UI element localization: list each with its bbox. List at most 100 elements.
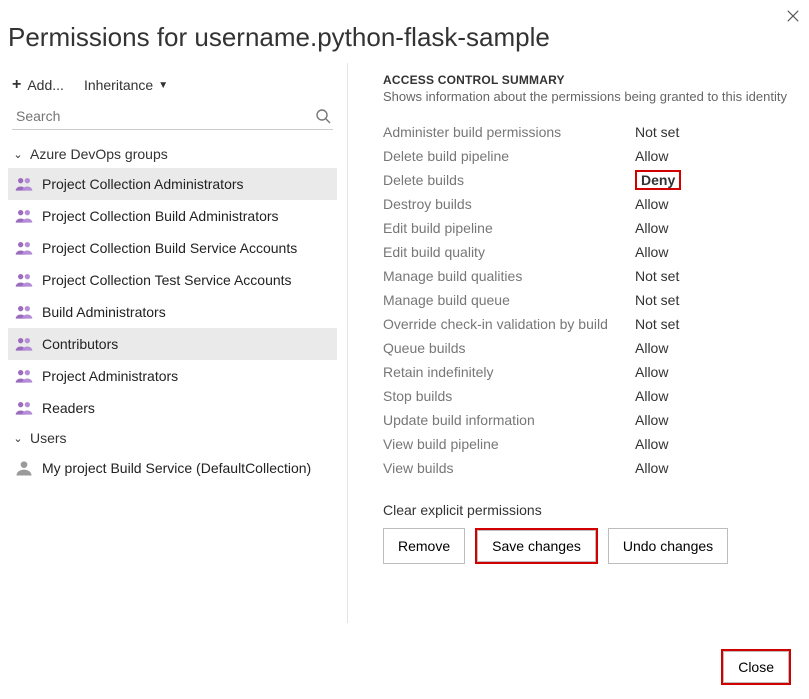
group-label: Project Collection Build Service Account… <box>42 240 297 256</box>
group-row[interactable]: Build Administrators <box>8 296 337 328</box>
permission-label: Override check-in validation by build <box>383 316 635 332</box>
caret-down-icon: ▼ <box>158 80 168 91</box>
user-icon <box>14 458 34 478</box>
permission-value[interactable]: Deny <box>635 172 681 188</box>
group-icon <box>14 270 34 290</box>
group-label: Contributors <box>42 336 118 352</box>
highlight-box: Deny <box>635 170 681 190</box>
group-icon <box>14 366 34 386</box>
permission-row: Stop buildsAllow <box>383 384 801 408</box>
permission-value[interactable]: Allow <box>635 340 668 356</box>
undo-changes-button[interactable]: Undo changes <box>608 528 728 564</box>
right-panel: ACCESS CONTROL SUMMARY Shows information… <box>348 63 801 623</box>
group-label: Project Administrators <box>42 368 178 384</box>
group-row[interactable]: Contributors <box>8 328 337 360</box>
permission-row: Manage build qualitiesNot set <box>383 264 801 288</box>
permission-value[interactable]: Allow <box>635 460 668 476</box>
permission-value[interactable]: Not set <box>635 292 679 308</box>
permission-label: Retain indefinitely <box>383 364 635 380</box>
permission-label: Manage build qualities <box>383 268 635 284</box>
close-icon[interactable] <box>783 6 803 26</box>
group-row[interactable]: Project Collection Build Service Account… <box>8 232 337 264</box>
permission-value[interactable]: Allow <box>635 388 668 404</box>
permission-row: Edit build qualityAllow <box>383 240 801 264</box>
user-row[interactable]: My project Build Service (DefaultCollect… <box>8 452 337 484</box>
group-label: Readers <box>42 400 95 416</box>
chevron-down-icon: ⌄ <box>12 148 24 161</box>
group-label: Project Collection Administrators <box>42 176 244 192</box>
permission-label: Edit build quality <box>383 244 635 260</box>
group-row[interactable]: Project Collection Build Administrators <box>8 200 337 232</box>
permission-value[interactable]: Not set <box>635 268 679 284</box>
group-row[interactable]: Project Administrators <box>8 360 337 392</box>
permission-label: Administer build permissions <box>383 124 635 140</box>
users-header[interactable]: ⌄ Users <box>8 424 337 452</box>
permission-value[interactable]: Allow <box>635 436 668 452</box>
add-button[interactable]: + Add... <box>12 77 64 93</box>
permission-label: Update build information <box>383 412 635 428</box>
permission-value[interactable]: Allow <box>635 364 668 380</box>
permission-label: Edit build pipeline <box>383 220 635 236</box>
permission-row: Queue buildsAllow <box>383 336 801 360</box>
clear-permissions-label: Clear explicit permissions <box>383 502 801 518</box>
permission-row: Delete buildsDeny <box>383 168 801 192</box>
permission-row: View build pipelineAllow <box>383 432 801 456</box>
add-label: Add... <box>27 77 64 93</box>
page-title: Permissions for username.python-flask-sa… <box>0 0 809 63</box>
users-header-label: Users <box>30 430 67 446</box>
user-label: My project Build Service (DefaultCollect… <box>42 460 311 476</box>
permission-label: Queue builds <box>383 340 635 356</box>
save-changes-button[interactable]: Save changes <box>477 530 596 562</box>
permission-value[interactable]: Allow <box>635 220 668 236</box>
remove-button[interactable]: Remove <box>383 528 465 564</box>
group-icon <box>14 334 34 354</box>
group-icon <box>14 398 34 418</box>
group-icon <box>14 302 34 322</box>
group-label: Project Collection Test Service Accounts <box>42 272 292 288</box>
group-label: Build Administrators <box>42 304 166 320</box>
permission-row: View buildsAllow <box>383 456 801 480</box>
permission-label: Delete builds <box>383 172 635 188</box>
group-row[interactable]: Project Collection Administrators <box>8 168 337 200</box>
search-input[interactable] <box>14 107 315 125</box>
permission-row: Manage build queueNot set <box>383 288 801 312</box>
group-row[interactable]: Project Collection Test Service Accounts <box>8 264 337 296</box>
permission-value[interactable]: Not set <box>635 316 679 332</box>
group-label: Project Collection Build Administrators <box>42 208 279 224</box>
permission-row: Administer build permissionsNot set <box>383 120 801 144</box>
search-icon <box>315 108 331 124</box>
search-field[interactable] <box>12 103 333 130</box>
permission-row: Retain indefinitelyAllow <box>383 360 801 384</box>
highlight-box: Close <box>721 649 791 685</box>
permission-label: Stop builds <box>383 388 635 404</box>
permission-row: Update build informationAllow <box>383 408 801 432</box>
permission-label: View build pipeline <box>383 436 635 452</box>
group-row[interactable]: Readers <box>8 392 337 424</box>
plus-icon: + <box>12 78 21 92</box>
group-icon <box>14 238 34 258</box>
inheritance-dropdown[interactable]: Inheritance ▼ <box>84 77 168 93</box>
groups-header[interactable]: ⌄ Azure DevOps groups <box>8 140 337 168</box>
acs-sub: Shows information about the permissions … <box>383 89 801 104</box>
permission-row: Destroy buildsAllow <box>383 192 801 216</box>
chevron-down-icon: ⌄ <box>12 432 24 445</box>
permission-value[interactable]: Allow <box>635 412 668 428</box>
left-panel: + Add... Inheritance ▼ ⌄ Azure DevOps gr… <box>8 63 348 623</box>
permission-label: Destroy builds <box>383 196 635 212</box>
permission-label: Delete build pipeline <box>383 148 635 164</box>
group-icon <box>14 174 34 194</box>
permission-row: Override check-in validation by buildNot… <box>383 312 801 336</box>
permission-row: Delete build pipelineAllow <box>383 144 801 168</box>
permission-row: Edit build pipelineAllow <box>383 216 801 240</box>
close-button[interactable]: Close <box>723 651 789 683</box>
permission-value[interactable]: Allow <box>635 196 668 212</box>
permission-value[interactable]: Allow <box>635 244 668 260</box>
permission-label: Manage build queue <box>383 292 635 308</box>
inheritance-label: Inheritance <box>84 77 153 93</box>
highlight-box: Save changes <box>475 528 598 564</box>
permission-value[interactable]: Not set <box>635 124 679 140</box>
acs-heading: ACCESS CONTROL SUMMARY <box>383 73 801 87</box>
permission-value[interactable]: Allow <box>635 148 668 164</box>
permission-label: View builds <box>383 460 635 476</box>
groups-header-label: Azure DevOps groups <box>30 146 168 162</box>
